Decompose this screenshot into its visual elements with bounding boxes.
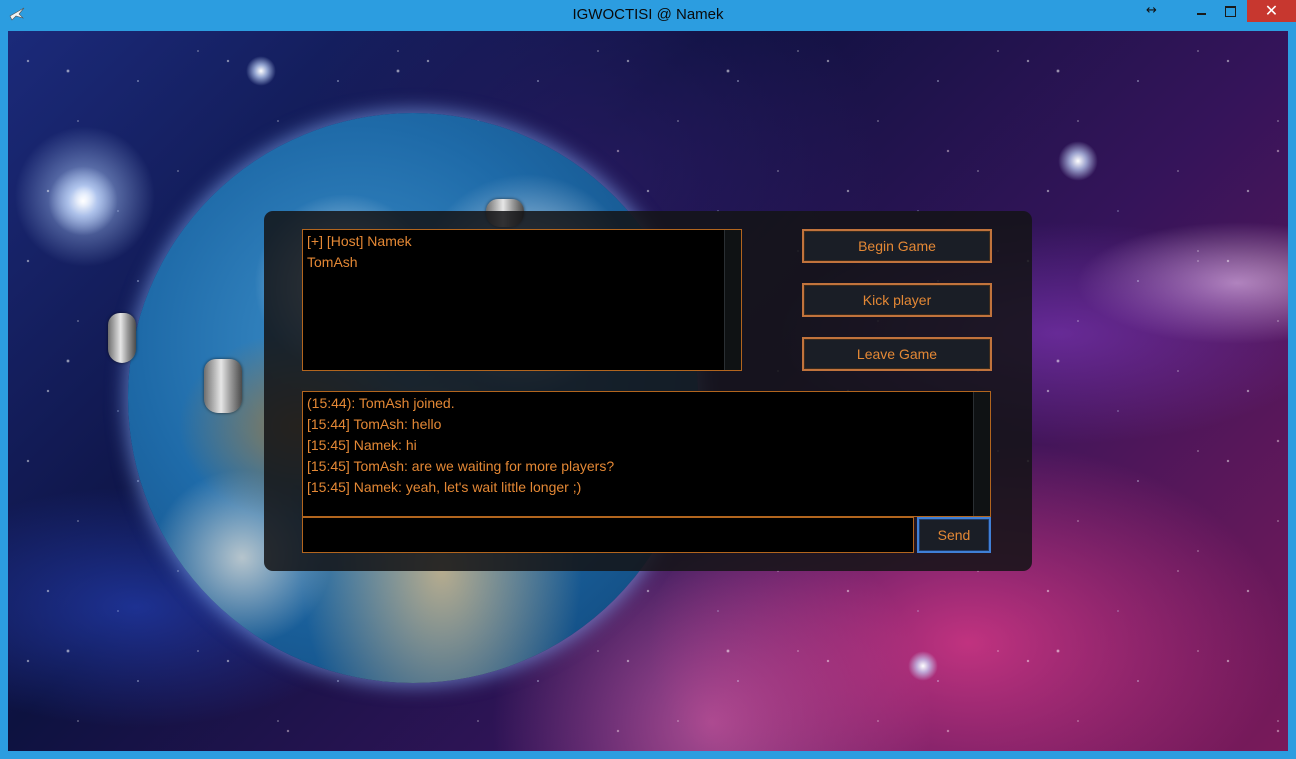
chat-log-scrollbar[interactable] bbox=[973, 392, 990, 516]
chat-message: [15:45] TomAsh: are we waiting for more … bbox=[307, 458, 615, 474]
kick-player-button[interactable]: Kick player bbox=[802, 283, 992, 317]
chat-message: [15:45] Namek: hi bbox=[307, 437, 417, 453]
bright-star bbox=[246, 56, 276, 86]
resize-icon[interactable]: ↔ bbox=[1146, 3, 1157, 18]
chat-message: [15:45] Namek: yeah, let's wait little l… bbox=[307, 479, 582, 495]
chat-message: [15:44] TomAsh: hello bbox=[307, 416, 442, 432]
bright-star bbox=[1058, 141, 1098, 181]
player-list[interactable]: [+] [Host] Namek TomAsh bbox=[302, 229, 742, 371]
lobby-panel: [+] [Host] Namek TomAsh Begin Game Kick … bbox=[264, 211, 1032, 571]
game-window: IGWOCTISI @ Namek ↔ ✕ [+] [Host] Namek T… bbox=[0, 0, 1296, 759]
bright-star bbox=[48, 166, 118, 236]
spaceship[interactable] bbox=[108, 313, 136, 363]
begin-game-button[interactable]: Begin Game bbox=[802, 229, 992, 263]
spaceship[interactable] bbox=[204, 359, 242, 413]
minimize-icon bbox=[1196, 13, 1206, 15]
chat-message: (15:44): TomAsh joined. bbox=[307, 395, 455, 411]
player-list-item[interactable]: TomAsh bbox=[307, 252, 737, 273]
chat-input[interactable] bbox=[302, 517, 914, 553]
close-button[interactable]: ✕ bbox=[1247, 0, 1296, 22]
game-viewport: [+] [Host] Namek TomAsh Begin Game Kick … bbox=[8, 31, 1288, 751]
window-title: IGWOCTISI @ Namek bbox=[572, 6, 724, 23]
maximize-button[interactable] bbox=[1217, 0, 1243, 22]
bright-star bbox=[908, 651, 938, 681]
close-icon: ✕ bbox=[1264, 1, 1279, 20]
maximize-icon bbox=[1224, 5, 1236, 17]
leave-game-button[interactable]: Leave Game bbox=[802, 337, 992, 371]
player-list-item[interactable]: [+] [Host] Namek bbox=[307, 231, 737, 252]
send-button[interactable]: Send bbox=[917, 517, 991, 553]
chat-log[interactable]: (15:44): TomAsh joined. [15:44] TomAsh: … bbox=[302, 391, 991, 517]
title-bar[interactable]: IGWOCTISI @ Namek ↔ ✕ bbox=[0, 0, 1296, 31]
player-list-scrollbar[interactable] bbox=[724, 230, 741, 370]
minimize-button[interactable] bbox=[1188, 0, 1214, 22]
